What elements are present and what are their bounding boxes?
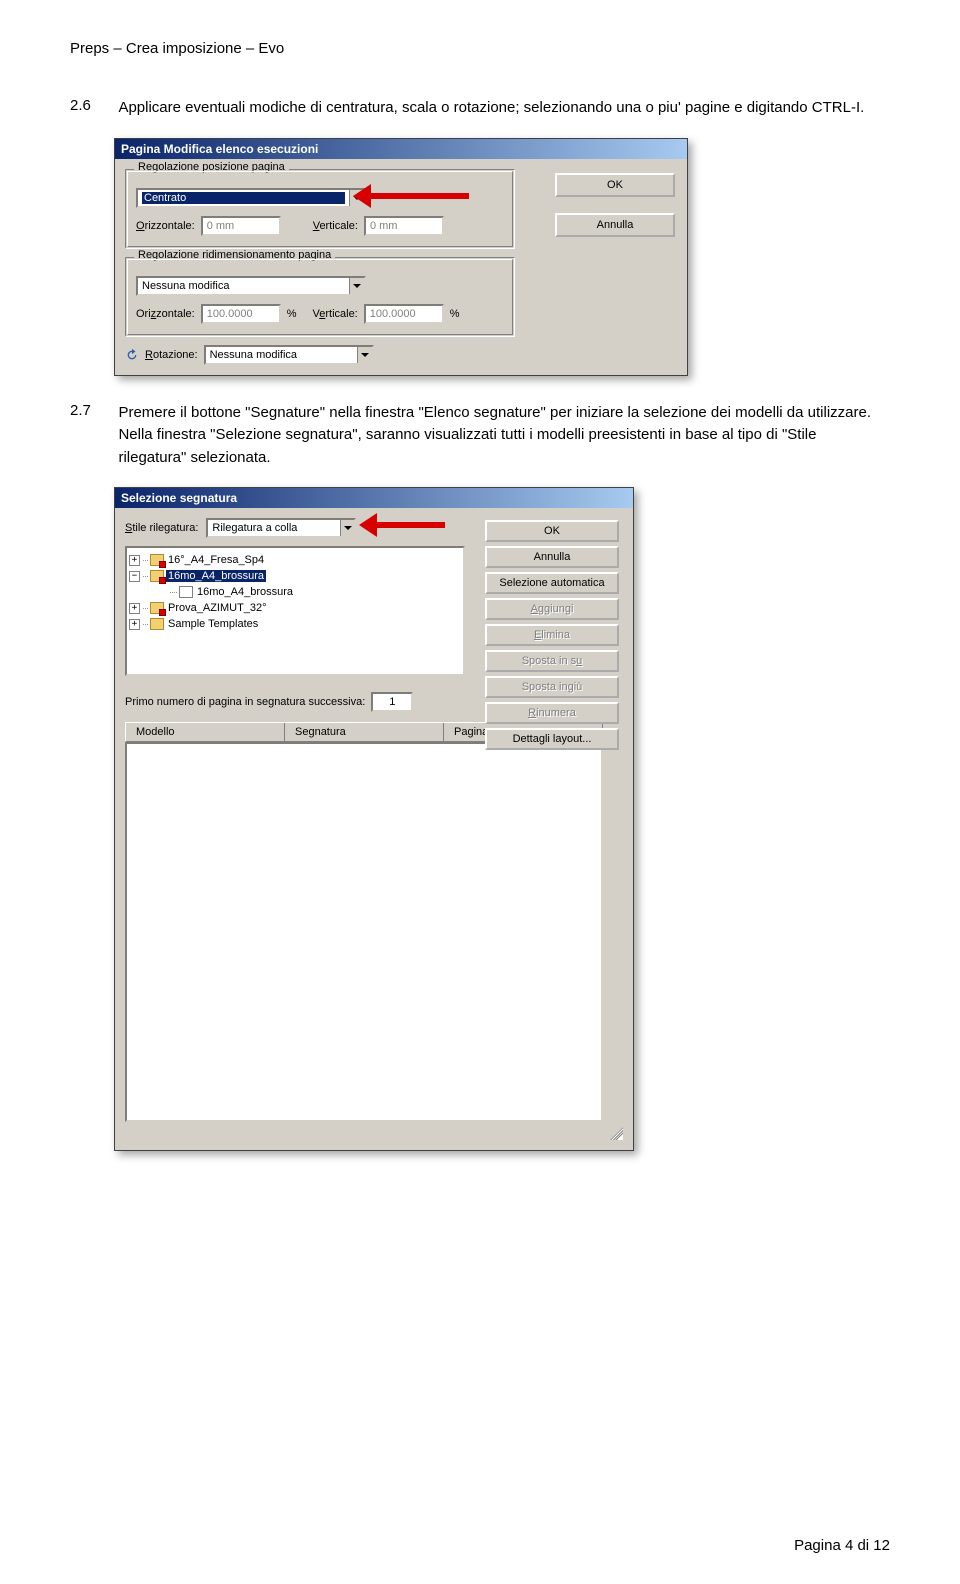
resize-grip-icon[interactable] — [607, 1124, 623, 1140]
group-title: Regolazione posizione pagina — [134, 161, 289, 173]
percent-label: % — [450, 308, 460, 320]
rotation-label: Rotazione: — [145, 349, 198, 361]
renumber-button[interactable]: Rinumera — [485, 702, 619, 724]
tree-item[interactable]: − ··· 16mo_A4_brossura — [129, 568, 461, 584]
position-combo-value: Centrato — [142, 192, 345, 204]
expand-icon[interactable]: + — [129, 619, 140, 630]
expand-icon[interactable]: + — [129, 603, 140, 614]
horiz-label: Orizzontale: — [136, 308, 195, 320]
annotation-arrow-icon — [373, 520, 463, 530]
first-page-number-input[interactable]: 1 — [371, 692, 413, 712]
layout-details-button[interactable]: Dettagli layout... — [485, 728, 619, 750]
add-button[interactable]: Aggiungi — [485, 598, 619, 620]
binding-style-label: Stile rilegatura: — [125, 522, 198, 534]
collapse-icon[interactable]: − — [129, 571, 140, 582]
section-2-6: 2.6 Applicare eventuali modiche di centr… — [70, 97, 890, 120]
first-page-number-label: Primo numero di pagina in segnatura succ… — [125, 696, 365, 708]
folder-icon — [150, 570, 164, 582]
vert-label: Verticale: — [313, 220, 358, 232]
horiz-input[interactable]: 0 mm — [201, 216, 281, 236]
group-resize: Regolazione ridimensionamento pagina Nes… — [125, 257, 515, 337]
rotation-combo[interactable]: Nessuna modifica — [204, 345, 374, 365]
auto-select-button[interactable]: Selezione automatica — [485, 572, 619, 594]
tree-label: 16mo_A4_brossura — [195, 586, 295, 598]
rotation-row: Rotazione: Nessuna modifica — [125, 345, 525, 365]
dialog-page-edit: Pagina Modifica elenco esecuzioni Regola… — [114, 138, 688, 376]
binding-style-value: Rilegatura a colla — [208, 520, 340, 536]
vert-input[interactable]: 0 mm — [364, 216, 444, 236]
section-text: Applicare eventuali modiche di centratur… — [118, 97, 878, 120]
resize-combo[interactable]: Nessuna modifica — [136, 276, 366, 296]
section-2-7: 2.7 Premere il bottone "Segnature" nella… — [70, 402, 890, 470]
move-up-button[interactable]: Sposta in su — [485, 650, 619, 672]
tree-label: 16mo_A4_brossura — [166, 570, 266, 582]
horiz-label: Orizzontale: — [136, 220, 195, 232]
percent-label: % — [287, 308, 297, 320]
page-footer: Pagina 4 di 12 — [794, 1537, 890, 1554]
binding-style-combo[interactable]: Rilegatura a colla — [206, 518, 356, 538]
document-header: Preps – Crea imposizione – Evo — [70, 40, 890, 57]
chevron-down-icon[interactable] — [340, 520, 354, 536]
signature-list[interactable] — [125, 742, 603, 1122]
cancel-button[interactable]: Annulla — [555, 213, 675, 237]
tree-label: 16°_A4_Fresa_Sp4 — [166, 554, 266, 566]
section-text: Premere il bottone "Segnature" nella fin… — [118, 402, 878, 470]
chevron-down-icon[interactable] — [349, 278, 364, 294]
tree-label: Prova_AZIMUT_32° — [166, 602, 269, 614]
position-combo[interactable]: Centrato — [136, 188, 366, 208]
cancel-button[interactable]: Annulla — [485, 546, 619, 568]
vert-label: Verticale: — [312, 308, 357, 320]
group-position: Regolazione posizione pagina Centrato Or… — [125, 169, 515, 249]
move-down-button[interactable]: Sposta in giù — [485, 676, 619, 698]
group-title: Regolazione ridimensionamento pagina — [134, 249, 335, 261]
vert-input[interactable]: 100.0000 — [364, 304, 444, 324]
chevron-down-icon[interactable] — [357, 347, 372, 363]
folder-icon — [150, 618, 164, 630]
tree-item[interactable]: + ··· 16°_A4_Fresa_Sp4 — [129, 552, 461, 568]
dialog-title: Pagina Modifica elenco esecuzioni — [115, 139, 687, 159]
expand-icon[interactable]: + — [129, 555, 140, 566]
page-icon — [179, 586, 193, 598]
folder-icon — [150, 554, 164, 566]
dialog-title: Selezione segnatura — [115, 488, 633, 508]
template-tree[interactable]: + ··· 16°_A4_Fresa_Sp4 − ··· 16mo_A4_bro… — [125, 546, 465, 676]
folder-icon — [150, 602, 164, 614]
section-number: 2.7 — [70, 402, 114, 419]
dialog-select-signature: Selezione segnatura Stile rilegatura: Ri… — [114, 487, 634, 1151]
section-number: 2.6 — [70, 97, 114, 114]
tree-item[interactable]: + ··· Sample Templates — [129, 616, 461, 632]
rotate-icon[interactable] — [125, 348, 139, 362]
ok-button[interactable]: OK — [485, 520, 619, 542]
tree-item[interactable]: + ··· Prova_AZIMUT_32° — [129, 600, 461, 616]
horiz-input[interactable]: 100.0000 — [201, 304, 281, 324]
annotation-arrow-icon — [367, 191, 487, 201]
tree-label: Sample Templates — [166, 618, 260, 630]
tree-item[interactable]: ···· 16mo_A4_brossura — [129, 584, 461, 600]
bottom-bar — [125, 1124, 623, 1140]
col-signature[interactable]: Segnatura — [285, 723, 444, 741]
resize-combo-value: Nessuna modifica — [138, 278, 349, 294]
delete-button[interactable]: Elimina — [485, 624, 619, 646]
rotation-combo-value: Nessuna modifica — [206, 347, 357, 363]
col-model[interactable]: Modello — [126, 723, 285, 741]
ok-button[interactable]: OK — [555, 173, 675, 197]
